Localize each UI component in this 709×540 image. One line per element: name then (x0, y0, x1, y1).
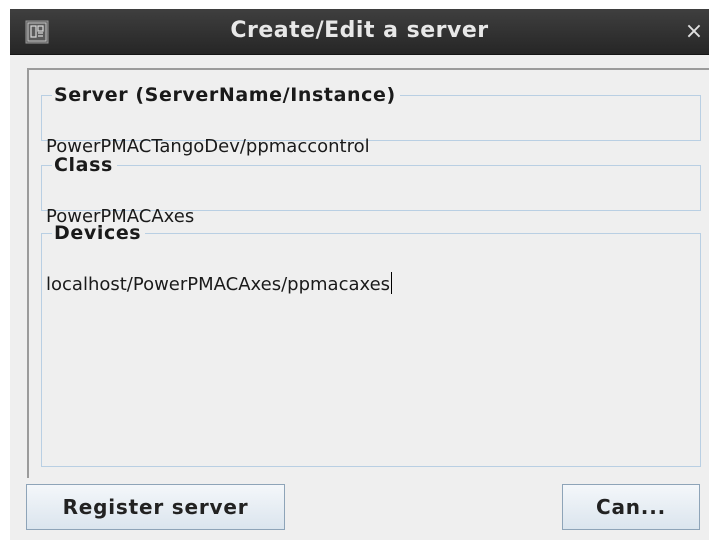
devices-value: localhost/PowerPMACAxes/ppmacaxes (46, 274, 391, 295)
devices-group: Devices localhost/PowerPMACAxes/ppmacaxe… (41, 223, 701, 467)
devices-textarea[interactable]: localhost/PowerPMACAxes/ppmacaxes (46, 272, 686, 472)
server-group: Server (ServerName/Instance) (41, 84, 701, 158)
class-group: Class (41, 154, 701, 228)
dialog-window: Create/Edit a server × Server (ServerNam… (10, 9, 709, 540)
cancel-button[interactable]: Can... (562, 484, 700, 530)
window-title: Create/Edit a server (230, 18, 489, 43)
register-server-button[interactable]: Register server (26, 484, 285, 530)
devices-label: Devices (54, 222, 142, 244)
close-icon[interactable]: × (683, 17, 705, 47)
text-caret (391, 272, 393, 294)
title-bar[interactable]: Create/Edit a server × (10, 9, 709, 55)
server-label: Server (ServerName/Instance) (54, 84, 396, 106)
class-label: Class (54, 154, 113, 176)
dialog-content: Server (ServerName/Instance) Class Devic… (27, 68, 709, 478)
